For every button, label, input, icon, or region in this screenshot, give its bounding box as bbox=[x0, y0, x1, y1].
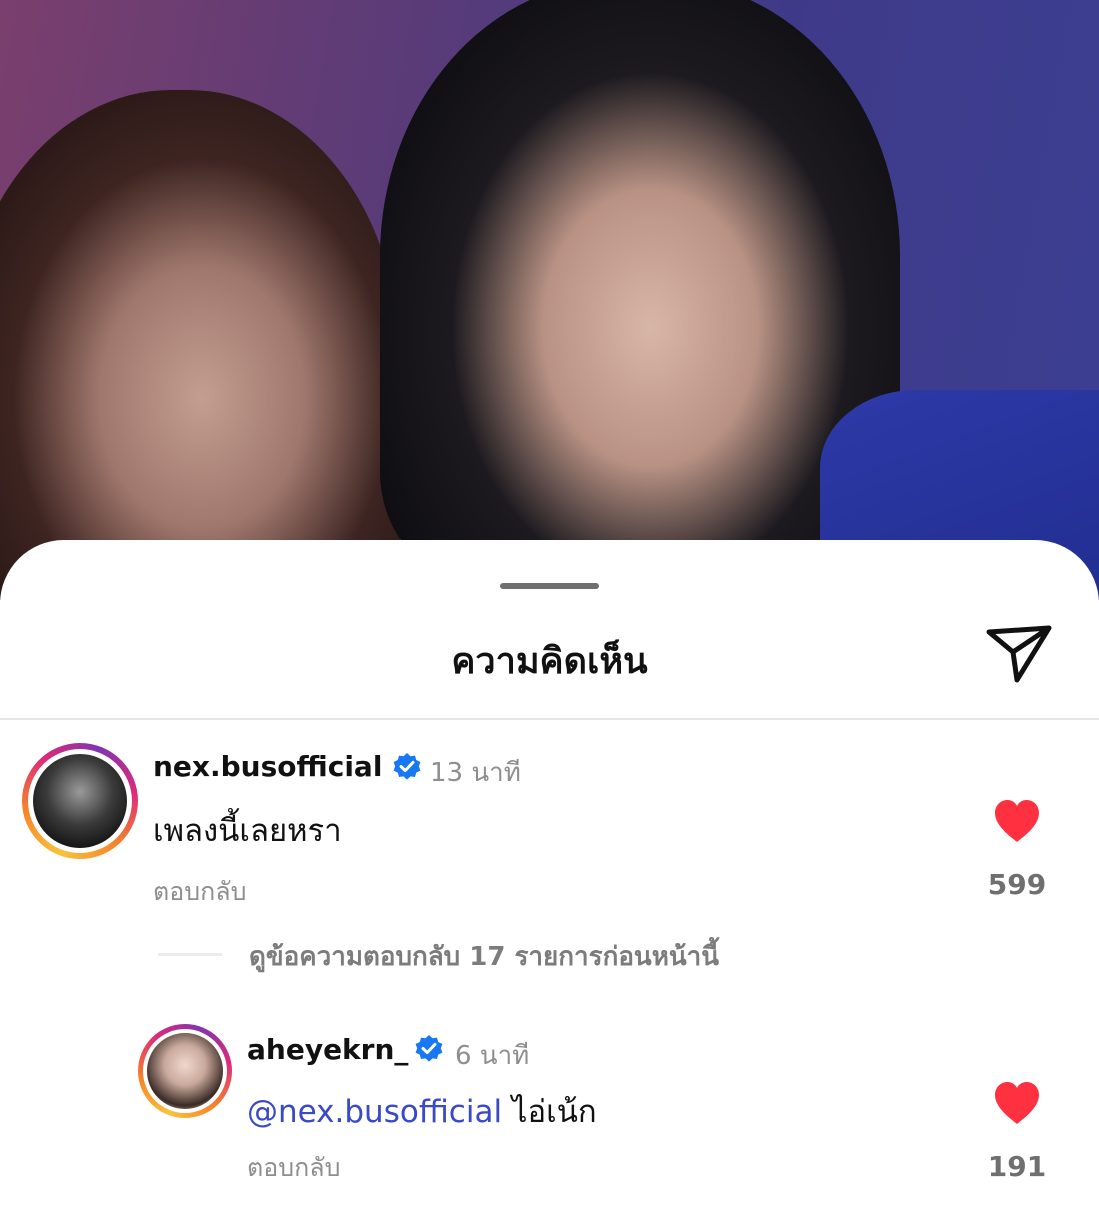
avatar[interactable] bbox=[22, 743, 138, 859]
view-previous-replies-button[interactable]: ดูข้อความตอบกลับ 17 รายการก่อนหน้านี้ bbox=[249, 936, 719, 977]
avatar[interactable] bbox=[138, 1024, 232, 1118]
heart-icon[interactable] bbox=[992, 1080, 1042, 1126]
comment-username[interactable]: nex.busofficial bbox=[153, 750, 382, 783]
comment-time: 13 นาที bbox=[430, 758, 521, 788]
reply-button[interactable]: ตอบกลับ bbox=[153, 872, 246, 912]
sheet-grabber-handle[interactable] bbox=[500, 583, 599, 589]
verified-icon bbox=[393, 753, 421, 780]
comment-text: เพลงนี้เลยหรา bbox=[153, 813, 342, 849]
reply-button[interactable]: ตอบกลับ bbox=[247, 1148, 340, 1188]
comment-username[interactable]: aheyekrn_ bbox=[247, 1033, 408, 1066]
thread-line bbox=[158, 953, 222, 956]
comment-text: @nex.busofficial ไอ่เน้ก bbox=[247, 1086, 597, 1136]
person-left-silhouette bbox=[0, 90, 400, 600]
avatar-photo bbox=[33, 754, 127, 848]
like-count: 599 bbox=[987, 868, 1047, 901]
like-count: 191 bbox=[987, 1150, 1047, 1183]
comment-time: 6 นาที bbox=[455, 1041, 530, 1071]
mention-link[interactable]: @nex.busofficial bbox=[247, 1094, 502, 1130]
header-divider bbox=[0, 718, 1099, 720]
heart-icon[interactable] bbox=[992, 798, 1042, 844]
sheet-title: ความคิดเห็น bbox=[451, 641, 648, 682]
background-photo bbox=[0, 0, 1099, 600]
verified-icon bbox=[415, 1035, 443, 1062]
send-icon[interactable] bbox=[983, 622, 1055, 686]
avatar-photo bbox=[147, 1033, 223, 1109]
comment-body: ไอ่เน้ก bbox=[502, 1094, 597, 1130]
